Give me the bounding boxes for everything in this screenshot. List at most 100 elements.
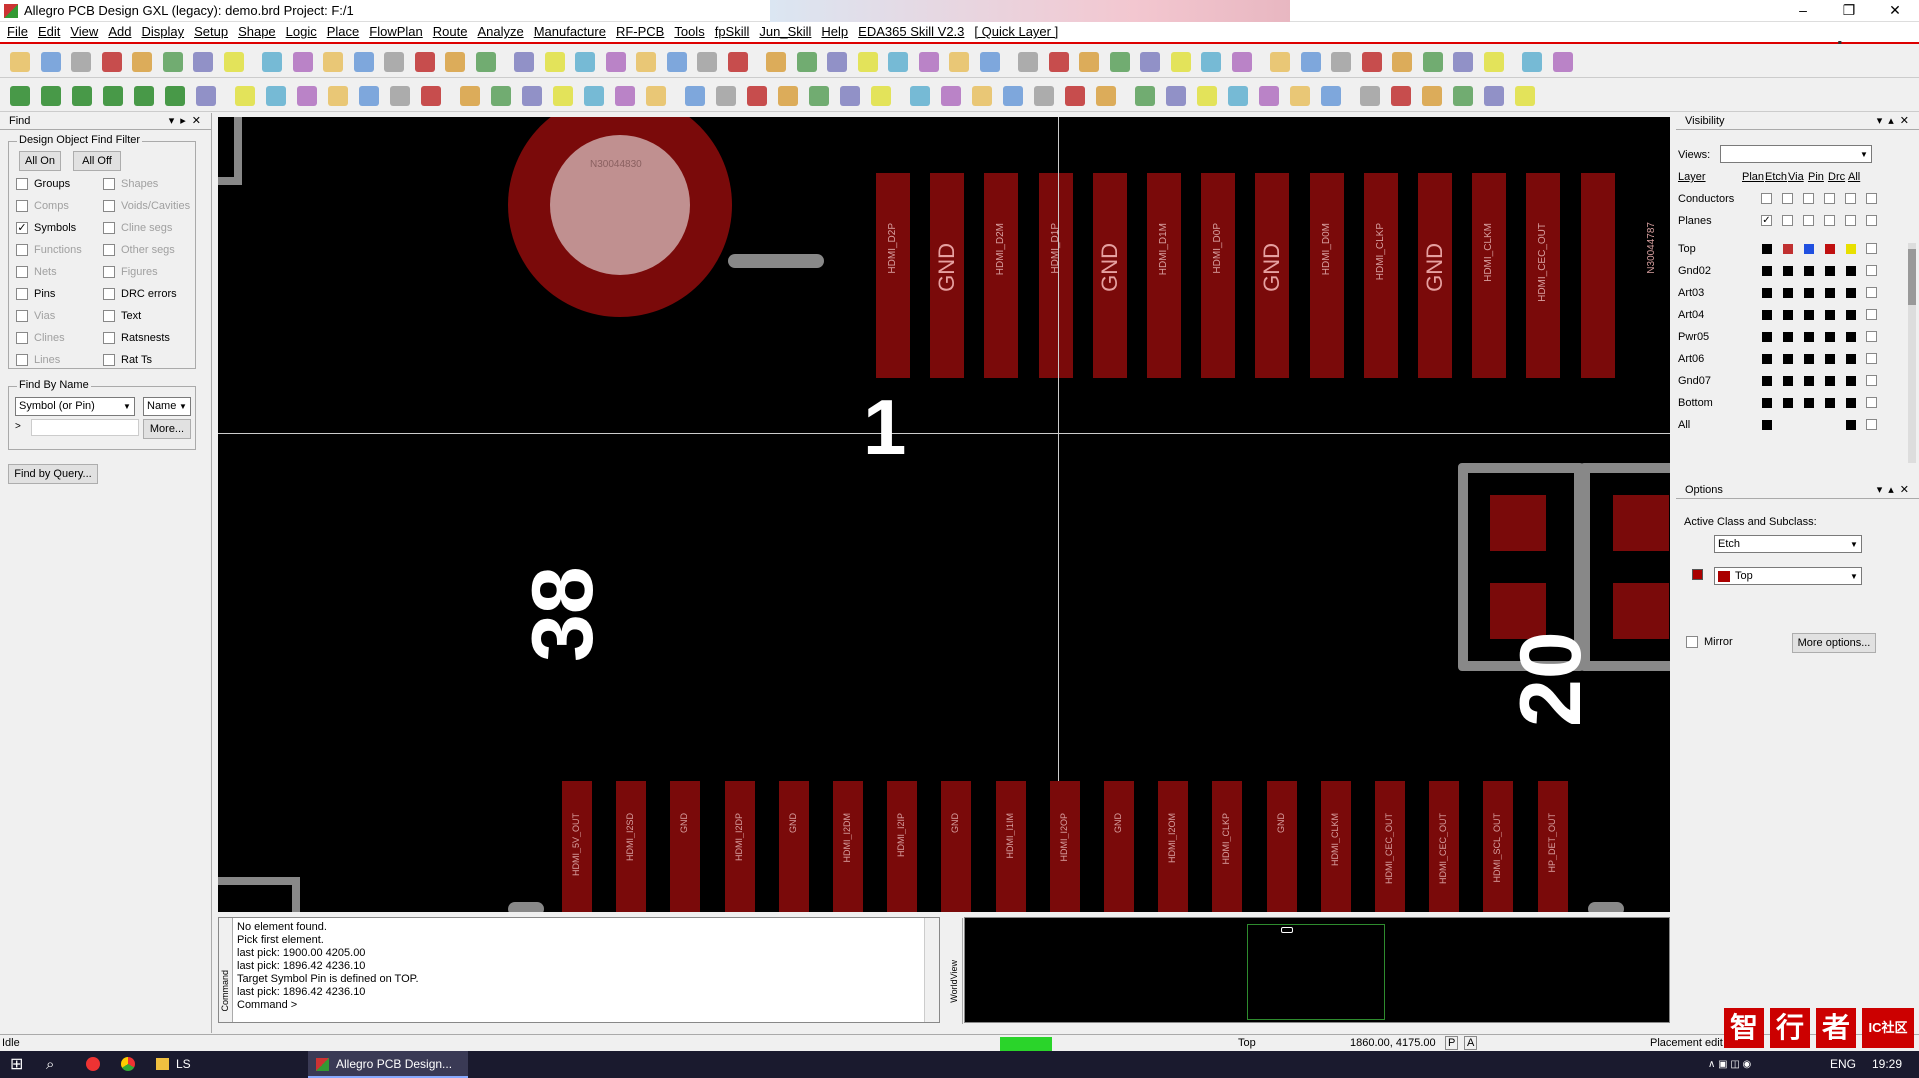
layer-color-swatch[interactable] bbox=[1825, 354, 1835, 364]
layer-color-swatch[interactable] bbox=[1846, 266, 1856, 276]
toolbar-button-icon[interactable] bbox=[1096, 86, 1116, 106]
layer-color-swatch[interactable] bbox=[1762, 420, 1772, 430]
toolbar-button-icon[interactable] bbox=[575, 52, 595, 72]
toolbar-button-icon[interactable] bbox=[193, 52, 213, 72]
toolbar-button-icon[interactable] bbox=[390, 86, 410, 106]
layer-color-swatch[interactable] bbox=[1846, 354, 1856, 364]
layer-color-swatch[interactable] bbox=[1762, 332, 1772, 342]
toolbar-button-icon[interactable] bbox=[941, 86, 961, 106]
visibility-checkbox[interactable] bbox=[1866, 309, 1877, 320]
layer-color-swatch[interactable] bbox=[1846, 398, 1856, 408]
toolbar-button-icon[interactable] bbox=[605, 52, 626, 72]
visibility-column-header[interactable]: Via bbox=[1788, 171, 1804, 183]
menu-item[interactable]: Tools bbox=[669, 22, 709, 42]
visibility-checkbox[interactable]: ✓ bbox=[1761, 215, 1772, 226]
toolbar-button-icon[interactable] bbox=[1321, 86, 1341, 106]
command-scrollbar[interactable] bbox=[924, 918, 939, 1022]
toolbar-button-icon[interactable] bbox=[1515, 86, 1535, 106]
worldview-viewport[interactable] bbox=[1247, 924, 1385, 1020]
folder-icon[interactable] bbox=[156, 1058, 169, 1070]
command-window[interactable]: Command No element found. Pick first elem… bbox=[218, 917, 940, 1023]
toolbar-button-icon[interactable] bbox=[584, 86, 604, 106]
close-button[interactable]: ✕ bbox=[1872, 0, 1918, 22]
menu-item[interactable]: View bbox=[65, 22, 103, 42]
visibility-checkbox[interactable] bbox=[1782, 215, 1793, 226]
visibility-checkbox[interactable] bbox=[1866, 397, 1877, 408]
layer-color-swatch[interactable] bbox=[1825, 332, 1835, 342]
windows-start-icon[interactable]: ⊞ bbox=[10, 1051, 23, 1078]
subclass-color-swatch[interactable] bbox=[1692, 569, 1703, 580]
more-options-button[interactable]: More options... bbox=[1792, 633, 1876, 653]
filter-checkbox[interactable]: Other segs bbox=[103, 244, 175, 257]
layer-color-swatch[interactable] bbox=[1762, 244, 1772, 254]
search-icon[interactable]: ⌕ bbox=[46, 1051, 54, 1078]
visibility-checkbox[interactable] bbox=[1803, 193, 1814, 204]
layer-color-swatch[interactable] bbox=[1846, 376, 1856, 386]
toolbar-button-icon[interactable] bbox=[132, 52, 152, 72]
toolbar-button-icon[interactable] bbox=[685, 86, 705, 106]
toolbar-button-icon[interactable] bbox=[414, 52, 435, 72]
toolbar-button-icon[interactable] bbox=[544, 52, 565, 72]
filter-checkbox[interactable]: Vias bbox=[16, 310, 55, 323]
tray-icons[interactable]: ∧ ▣ ◫ ◉ bbox=[1708, 1051, 1751, 1078]
menu-item[interactable]: Setup bbox=[189, 22, 233, 42]
minimize-button[interactable]: – bbox=[1780, 0, 1826, 22]
toolbar-button-icon[interactable] bbox=[716, 86, 736, 106]
layer-color-swatch[interactable] bbox=[1762, 310, 1772, 320]
mirror-checkbox[interactable]: Mirror bbox=[1686, 636, 1733, 649]
layer-color-swatch[interactable] bbox=[1783, 310, 1793, 320]
clock[interactable]: 19:29 bbox=[1872, 1051, 1902, 1078]
toolbar-button-icon[interactable] bbox=[809, 86, 829, 106]
toolbar-button-icon[interactable] bbox=[328, 86, 348, 106]
toolbar-button-icon[interactable] bbox=[10, 52, 30, 72]
toolbar-button-icon[interactable] bbox=[1270, 52, 1290, 72]
toolbar-button-icon[interactable] bbox=[1140, 52, 1160, 72]
visibility-checkbox[interactable] bbox=[1866, 193, 1877, 204]
filter-checkbox[interactable]: Lines bbox=[16, 354, 60, 367]
toolbar-button-icon[interactable] bbox=[421, 86, 441, 106]
menu-item[interactable]: Display bbox=[136, 22, 189, 42]
find-type-select[interactable]: Symbol (or Pin) ▼ bbox=[15, 397, 135, 416]
layer-color-swatch[interactable] bbox=[1762, 398, 1772, 408]
chrome-icon[interactable] bbox=[121, 1057, 135, 1071]
toolbar-button-icon[interactable] bbox=[235, 86, 255, 106]
toolbar-button-icon[interactable] bbox=[888, 52, 908, 72]
toolbar-button-icon[interactable] bbox=[553, 86, 573, 106]
toolbar-button-icon[interactable] bbox=[827, 52, 847, 72]
menu-item[interactable]: Place bbox=[322, 22, 365, 42]
menu-item[interactable]: Add bbox=[103, 22, 136, 42]
layer-color-swatch[interactable] bbox=[1804, 266, 1814, 276]
toolbar-button-icon[interactable] bbox=[1392, 52, 1412, 72]
filter-checkbox[interactable]: ✓ Symbols bbox=[16, 222, 76, 235]
visibility-checkbox[interactable] bbox=[1761, 193, 1772, 204]
filter-checkbox[interactable]: DRC errors bbox=[103, 288, 177, 301]
toolbar-button-icon[interactable] bbox=[323, 52, 343, 72]
layer-color-swatch[interactable] bbox=[1762, 266, 1772, 276]
filter-checkbox[interactable]: Rat Ts bbox=[103, 354, 152, 367]
toolbar-button-icon[interactable] bbox=[1259, 86, 1279, 106]
toolbar-button-icon[interactable] bbox=[1522, 52, 1542, 72]
layer-color-swatch[interactable] bbox=[1783, 244, 1793, 254]
layer-color-swatch[interactable] bbox=[1804, 398, 1814, 408]
toolbar-button-icon[interactable] bbox=[72, 86, 92, 106]
filter-checkbox[interactable]: Figures bbox=[103, 266, 158, 279]
toolbar-button-icon[interactable] bbox=[359, 86, 379, 106]
visibility-column-header[interactable]: Drc bbox=[1828, 171, 1845, 183]
toolbar-button-icon[interactable] bbox=[979, 52, 1000, 72]
visibility-checkbox[interactable] bbox=[1866, 243, 1877, 254]
visibility-checkbox[interactable] bbox=[1866, 419, 1877, 430]
toolbar-button-icon[interactable] bbox=[1360, 86, 1380, 106]
visibility-checkbox[interactable] bbox=[1803, 215, 1814, 226]
find-field-select[interactable]: Name ▼ bbox=[143, 397, 191, 416]
layer-color-swatch[interactable] bbox=[1846, 332, 1856, 342]
toolbar-button-icon[interactable] bbox=[223, 52, 244, 72]
toolbar-button-icon[interactable] bbox=[1422, 86, 1442, 106]
layer-color-swatch[interactable] bbox=[1804, 354, 1814, 364]
toolbar-button-icon[interactable] bbox=[796, 52, 817, 72]
toolbar-button-icon[interactable] bbox=[1290, 86, 1310, 106]
toolbar-button-icon[interactable] bbox=[1065, 86, 1085, 106]
toolbar-button-icon[interactable] bbox=[491, 86, 511, 106]
toolbar-button-icon[interactable] bbox=[71, 52, 91, 72]
toolbar-button-icon[interactable] bbox=[297, 86, 317, 106]
toolbar-button-icon[interactable] bbox=[1018, 52, 1038, 72]
